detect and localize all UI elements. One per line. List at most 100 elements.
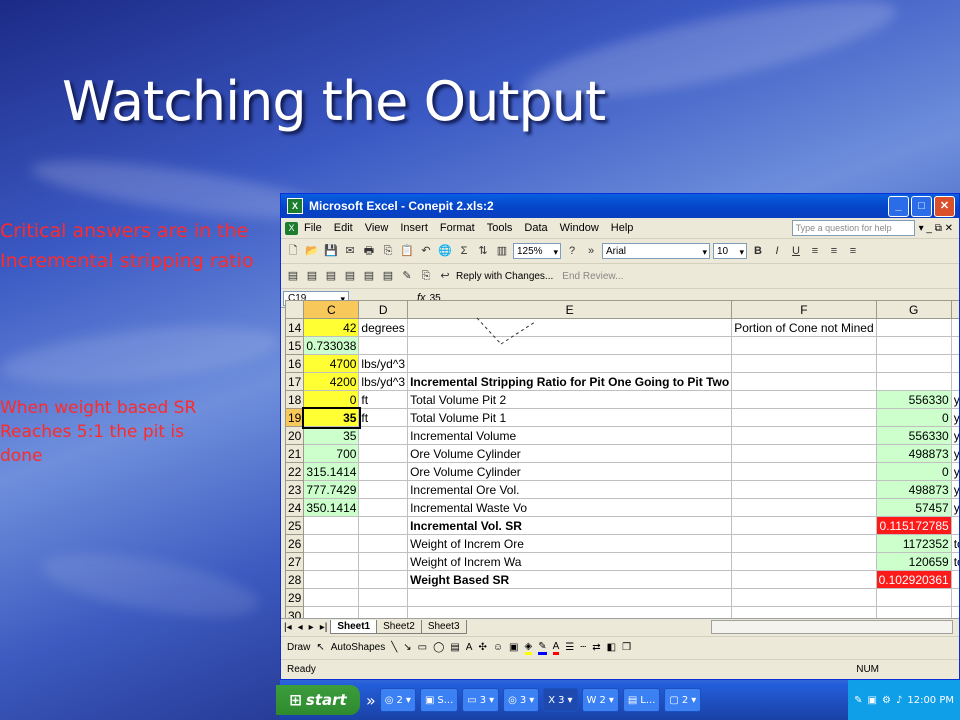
cell-d[interactable] bbox=[358, 534, 409, 553]
fill-color-icon[interactable]: ◈ bbox=[524, 641, 533, 655]
clock[interactable]: 12:00 PM bbox=[907, 695, 954, 706]
menu-data[interactable]: Data bbox=[518, 222, 553, 234]
bold-icon[interactable]: B bbox=[750, 243, 766, 259]
cell-e[interactable] bbox=[407, 354, 733, 373]
cell-c[interactable] bbox=[303, 552, 360, 571]
doc-window-controls[interactable]: ▾ _ ⧉ ✕ bbox=[919, 223, 953, 234]
review-icon-5[interactable]: ▤ bbox=[361, 268, 377, 284]
row-header[interactable]: 19 bbox=[284, 408, 305, 427]
reply-with-changes-button[interactable]: Reply with Changes... bbox=[456, 271, 553, 282]
cell-c[interactable]: 350.1414 bbox=[303, 498, 360, 517]
cell-f[interactable] bbox=[731, 552, 877, 571]
cell-d[interactable]: lbs/yd^3 bbox=[358, 372, 409, 391]
cell-f[interactable] bbox=[731, 480, 877, 499]
zoom-select[interactable]: 125% bbox=[513, 243, 561, 260]
cell-d[interactable]: ft bbox=[358, 408, 409, 427]
cell-c[interactable]: 777.7429 bbox=[303, 480, 360, 499]
cell-d[interactable] bbox=[358, 336, 409, 355]
cell-c[interactable] bbox=[303, 534, 360, 553]
cell-f[interactable] bbox=[731, 408, 877, 427]
cell-e[interactable]: Weight of Increm Wa bbox=[407, 552, 733, 571]
cell-e[interactable]: Incremental Volume bbox=[407, 426, 733, 445]
row-header[interactable]: 26 bbox=[284, 534, 305, 553]
excel-titlebar[interactable]: X Microsoft Excel - Conepit 2.xls:2 _ □ … bbox=[281, 194, 959, 218]
cell-h[interactable] bbox=[950, 372, 959, 391]
taskbar-item-8[interactable]: ▢ 2 ▾ bbox=[664, 688, 702, 712]
cell-h[interactable]: yd3 bbox=[950, 480, 959, 499]
cell-g[interactable] bbox=[875, 372, 952, 391]
help-icon[interactable]: ? bbox=[564, 243, 580, 259]
cell-d[interactable]: ft bbox=[358, 390, 409, 409]
cell-h[interactable]: tons bbox=[950, 534, 959, 553]
cell-h[interactable] bbox=[950, 336, 959, 355]
align-right-icon[interactable]: ≡ bbox=[845, 243, 861, 259]
cell-d[interactable] bbox=[358, 444, 409, 463]
cell-f[interactable] bbox=[731, 498, 877, 517]
cell-h[interactable]: yd3 bbox=[950, 390, 959, 409]
autoshapes-menu[interactable]: AutoShapes bbox=[331, 642, 386, 653]
rectangle-icon[interactable]: ▭ bbox=[418, 642, 427, 653]
cell-h[interactable] bbox=[950, 354, 959, 373]
cell-h[interactable]: yd3 bbox=[950, 408, 959, 427]
column-header-c[interactable]: C bbox=[303, 300, 360, 319]
cell-d[interactable] bbox=[358, 480, 409, 499]
cell-d[interactable] bbox=[358, 498, 409, 517]
sort-icon[interactable]: ⇅ bbox=[475, 243, 491, 259]
cell-h[interactable]: yd3 bbox=[950, 426, 959, 445]
cell-g[interactable]: 498873 bbox=[875, 480, 952, 499]
end-review-button[interactable]: End Review... bbox=[562, 271, 623, 282]
menu-tools[interactable]: Tools bbox=[481, 222, 519, 234]
cell-c[interactable]: 4700 bbox=[303, 354, 360, 373]
cell-f[interactable] bbox=[731, 336, 877, 355]
cell-h[interactable]: yd3 bbox=[950, 444, 959, 463]
row-header[interactable]: 15 bbox=[284, 336, 305, 355]
cell-g[interactable]: 498873 bbox=[875, 444, 952, 463]
row-header[interactable]: 17 bbox=[284, 372, 305, 391]
cell-g[interactable]: 0.102920361 bbox=[875, 570, 952, 589]
cell-f[interactable] bbox=[731, 444, 877, 463]
cell-g[interactable]: 120659 bbox=[875, 552, 952, 571]
tab-scroll-first-icon[interactable]: |◂ bbox=[281, 622, 295, 633]
line-style-icon[interactable]: ☰ bbox=[565, 642, 574, 653]
start-button[interactable]: ⊞ start bbox=[276, 685, 360, 715]
cell-d[interactable] bbox=[358, 588, 409, 607]
cell-d[interactable]: degrees bbox=[358, 318, 409, 337]
workbook-icon[interactable]: X bbox=[285, 221, 298, 235]
row-header[interactable]: 21 bbox=[284, 444, 305, 463]
line-icon[interactable]: ╲ bbox=[391, 642, 397, 653]
cell-d[interactable] bbox=[358, 426, 409, 445]
draw-menu[interactable]: Draw bbox=[287, 642, 310, 653]
save-icon[interactable]: 💾 bbox=[323, 243, 339, 259]
cell-e[interactable] bbox=[407, 336, 733, 355]
tray-icon[interactable]: ✎ bbox=[854, 695, 862, 706]
cell-g[interactable] bbox=[875, 318, 952, 337]
font-size-select[interactable]: 10 bbox=[713, 243, 747, 260]
menu-view[interactable]: View bbox=[359, 222, 395, 234]
dash-style-icon[interactable]: ┄ bbox=[580, 642, 586, 653]
track-icon[interactable]: ⎘ bbox=[418, 268, 434, 284]
align-left-icon[interactable]: ≡ bbox=[807, 243, 823, 259]
underline-icon[interactable]: U bbox=[788, 243, 804, 259]
horizontal-scrollbar[interactable] bbox=[711, 620, 953, 634]
taskbar-item-2[interactable]: ▣ S... bbox=[419, 688, 459, 712]
quicklaunch-icon[interactable]: » bbox=[366, 691, 376, 710]
cell-g[interactable]: 0 bbox=[875, 462, 952, 481]
cell-c[interactable]: 0 bbox=[303, 390, 360, 409]
permission-icon[interactable]: ✉ bbox=[342, 243, 358, 259]
cell-e[interactable] bbox=[407, 606, 733, 625]
arrow-style-icon[interactable]: ⇄ bbox=[592, 642, 600, 653]
cell-c[interactable]: 35 bbox=[301, 406, 361, 429]
select-objects-icon[interactable]: ↖ bbox=[316, 642, 324, 653]
cell-c[interactable]: 42 bbox=[303, 318, 360, 337]
row-header[interactable]: 23 bbox=[284, 480, 305, 499]
open-icon[interactable]: 📂 bbox=[304, 243, 320, 259]
cone-label[interactable]: Portion of Cone not Mined bbox=[731, 318, 877, 337]
tray-icon[interactable]: ⚙ bbox=[882, 695, 891, 706]
cell-g[interactable]: 556330 bbox=[875, 426, 952, 445]
row-header[interactable]: 29 bbox=[284, 588, 305, 607]
cell-e[interactable]: Total Volume Pit 2 bbox=[407, 390, 733, 409]
cell-g[interactable]: 0.115172785 bbox=[875, 516, 952, 535]
cell-f[interactable] bbox=[731, 534, 877, 553]
review-icon-1[interactable]: ▤ bbox=[285, 268, 301, 284]
tab-scroll-prev-icon[interactable]: ◂ bbox=[295, 622, 306, 633]
